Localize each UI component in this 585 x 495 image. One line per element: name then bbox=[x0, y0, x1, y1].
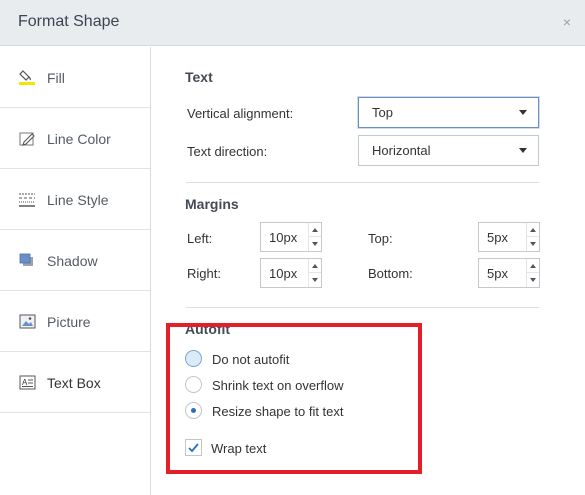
svg-text:A: A bbox=[22, 378, 28, 387]
section-divider bbox=[186, 307, 539, 308]
sidebar-item-label: Line Style bbox=[47, 192, 109, 208]
decrement-icon[interactable] bbox=[527, 237, 539, 251]
close-icon[interactable]: × bbox=[563, 14, 571, 30]
text-direction-label: Text direction: bbox=[187, 144, 268, 159]
radio-shrink-text[interactable] bbox=[185, 376, 202, 393]
stepper-arrows bbox=[308, 259, 321, 287]
vertical-alignment-select[interactable]: Top bbox=[358, 97, 539, 128]
section-divider bbox=[186, 182, 539, 183]
sidebar-item-line-style[interactable]: Line Style bbox=[0, 169, 150, 230]
sidebar-item-label: Shadow bbox=[47, 253, 98, 269]
sidebar-item-label: Picture bbox=[47, 314, 91, 330]
increment-icon[interactable] bbox=[309, 223, 321, 237]
increment-icon[interactable] bbox=[527, 223, 539, 237]
margin-left-label: Left: bbox=[187, 231, 213, 246]
decrement-icon[interactable] bbox=[527, 273, 539, 287]
wrap-text-label[interactable]: Wrap text bbox=[211, 441, 266, 456]
sidebar: Fill Line Color Line Style Shadow Pictur… bbox=[0, 47, 151, 495]
margin-bottom-value[interactable]: 5px bbox=[487, 266, 508, 281]
sidebar-item-label: Line Color bbox=[47, 131, 111, 147]
radio-label[interactable]: Resize shape to fit text bbox=[212, 404, 344, 419]
sidebar-item-text-box[interactable]: A Text Box bbox=[0, 352, 150, 413]
margin-right-value[interactable]: 10px bbox=[269, 266, 297, 281]
text-box-icon: A bbox=[19, 374, 36, 391]
chevron-down-icon bbox=[519, 110, 527, 115]
stepper-arrows bbox=[308, 223, 321, 251]
sidebar-item-label: Text Box bbox=[47, 375, 101, 391]
radio-label[interactable]: Do not autofit bbox=[212, 352, 289, 367]
margin-top-label: Top: bbox=[368, 231, 393, 246]
margin-left-value[interactable]: 10px bbox=[269, 230, 297, 245]
checkmark-icon bbox=[188, 443, 199, 453]
radio-resize-shape[interactable] bbox=[185, 402, 202, 419]
margin-right-label: Right: bbox=[187, 266, 221, 281]
chevron-down-icon bbox=[519, 148, 527, 153]
radio-do-not-autofit[interactable] bbox=[185, 350, 202, 367]
pencil-icon bbox=[19, 130, 36, 147]
decrement-icon[interactable] bbox=[309, 273, 321, 287]
picture-icon bbox=[19, 313, 36, 330]
sidebar-item-line-color[interactable]: Line Color bbox=[0, 108, 150, 169]
decrement-icon[interactable] bbox=[309, 237, 321, 251]
increment-icon[interactable] bbox=[527, 259, 539, 273]
sidebar-item-fill[interactable]: Fill bbox=[0, 47, 150, 108]
stepper-arrows bbox=[526, 223, 539, 251]
sidebar-item-label: Fill bbox=[47, 70, 65, 86]
margin-bottom-stepper[interactable]: 5px bbox=[478, 258, 540, 288]
shadow-icon bbox=[19, 252, 36, 269]
dialog-titlebar: Format Shape × bbox=[0, 0, 585, 46]
vertical-alignment-value: Top bbox=[372, 105, 393, 120]
text-section-title: Text bbox=[185, 69, 213, 85]
margin-left-stepper[interactable]: 10px bbox=[260, 222, 322, 252]
wrap-text-checkbox[interactable] bbox=[185, 439, 202, 456]
autofit-section-title: Autofit bbox=[185, 321, 231, 337]
increment-icon[interactable] bbox=[309, 259, 321, 273]
margin-top-value[interactable]: 5px bbox=[487, 230, 508, 245]
margin-top-stepper[interactable]: 5px bbox=[478, 222, 540, 252]
vertical-alignment-label: Vertical alignment: bbox=[187, 106, 294, 121]
margins-section-title: Margins bbox=[185, 196, 239, 212]
dialog-title: Format Shape bbox=[18, 13, 120, 30]
sidebar-item-shadow[interactable]: Shadow bbox=[0, 230, 150, 291]
stepper-arrows bbox=[526, 259, 539, 287]
text-direction-select[interactable]: Horizontal bbox=[358, 135, 539, 166]
text-direction-value: Horizontal bbox=[372, 143, 431, 158]
paint-bucket-icon bbox=[19, 69, 36, 86]
margin-right-stepper[interactable]: 10px bbox=[260, 258, 322, 288]
margin-bottom-label: Bottom: bbox=[368, 266, 413, 281]
sidebar-item-picture[interactable]: Picture bbox=[0, 291, 150, 352]
radio-label[interactable]: Shrink text on overflow bbox=[212, 378, 344, 393]
line-style-icon bbox=[19, 191, 36, 208]
settings-panel: Text Vertical alignment: Top Text direct… bbox=[151, 47, 585, 495]
